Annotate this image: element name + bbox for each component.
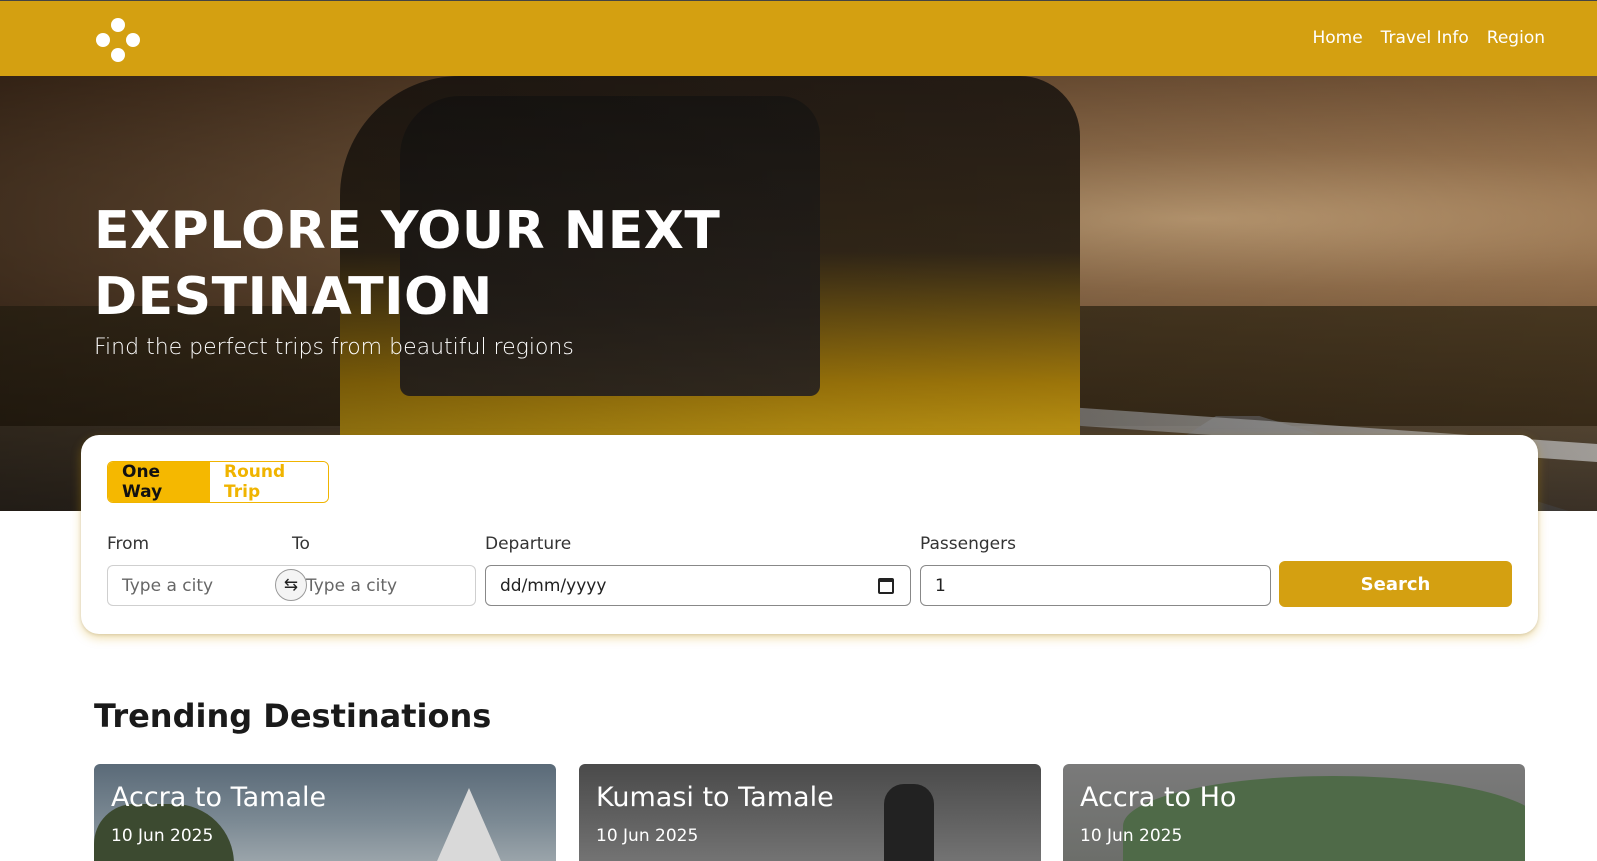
search-button[interactable]: Search (1279, 561, 1512, 607)
calendar-icon[interactable] (878, 578, 894, 594)
destination-card-accra-ho[interactable]: Accra to Ho 10 Jun 2025 (1063, 764, 1525, 861)
departure-date-input[interactable]: dd/mm/yyyy (485, 565, 911, 606)
nav-link-region[interactable]: Region (1487, 28, 1545, 48)
trending-title: Trending Destinations (94, 697, 492, 735)
passengers-label: Passengers (920, 534, 1016, 554)
destination-statue-image (884, 784, 934, 861)
destination-date: 10 Jun 2025 (1080, 826, 1183, 846)
from-input[interactable]: Type a city (107, 565, 293, 606)
to-label: To (292, 534, 310, 554)
destination-route: Accra to Tamale (111, 782, 327, 813)
departure-label: Departure (485, 534, 572, 554)
destination-date: 10 Jun 2025 (596, 826, 699, 846)
destination-card-accra-tamale[interactable]: Accra to Tamale 10 Jun 2025 (94, 764, 556, 861)
destination-date: 10 Jun 2025 (111, 826, 214, 846)
search-card: One Way Round Trip From To Departure Pas… (81, 435, 1538, 634)
to-input[interactable]: Type a city (292, 565, 476, 606)
four-dots-logo-icon[interactable] (96, 18, 140, 62)
swap-arrows-icon[interactable]: ⇆ (275, 569, 307, 601)
nav-link-home[interactable]: Home (1312, 28, 1362, 48)
nav-link-travel-info[interactable]: Travel Info (1381, 28, 1469, 48)
navbar: Home Travel Info Region (0, 1, 1597, 76)
hero-subtitle: Find the perfect trips from beautiful re… (94, 335, 574, 360)
tab-round-trip[interactable]: Round Trip (210, 462, 328, 502)
departure-date-placeholder: dd/mm/yyyy (500, 575, 607, 596)
nav-links: Home Travel Info Region (1312, 28, 1545, 48)
trip-type-tabs: One Way Round Trip (107, 461, 329, 503)
from-label: From (107, 534, 150, 554)
tab-one-way[interactable]: One Way (108, 462, 210, 502)
passengers-input[interactable]: 1 (920, 565, 1271, 606)
destination-route: Kumasi to Tamale (596, 782, 834, 813)
destination-card-kumasi-tamale[interactable]: Kumasi to Tamale 10 Jun 2025 (579, 764, 1041, 861)
hero-title: EXPLORE YOUR NEXT DESTINATION (94, 201, 721, 327)
destination-route: Accra to Ho (1080, 782, 1237, 813)
destination-tower-image (434, 788, 504, 861)
